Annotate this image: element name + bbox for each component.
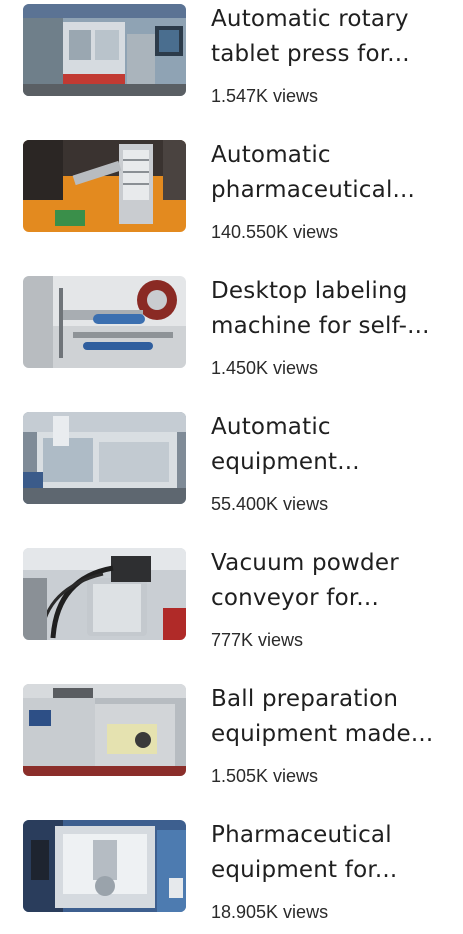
video-title-line: equipment... — [211, 449, 360, 475]
vacuum-conveyor-thumbnail-image — [23, 548, 186, 640]
video-title[interactable]: Ball preparation equipment made... — [211, 682, 451, 752]
video-title[interactable]: Automatic equipment... — [211, 410, 451, 480]
view-count: 1.505K views — [211, 766, 319, 786]
video-title[interactable]: Desktop labeling machine for self-... — [211, 274, 451, 344]
video-title-line: Automatic rotary — [211, 6, 409, 32]
video-title-line: machine for self-... — [211, 313, 430, 339]
video-thumbnail[interactable] — [23, 4, 186, 96]
video-title-line: equipment for... — [211, 857, 398, 883]
video-title-line: Vacuum powder — [211, 550, 399, 576]
view-count: 777K views — [211, 630, 304, 650]
video-thumbnail[interactable] — [23, 140, 186, 232]
video-item[interactable]: Vacuum powder conveyor for... 777K views — [0, 544, 463, 662]
video-thumbnail[interactable] — [23, 684, 186, 776]
video-item[interactable]: Ball preparation equipment made... 1.505… — [0, 680, 463, 798]
video-item[interactable]: Automatic pharmaceutical... 140.550K vie… — [0, 136, 463, 254]
view-count: 1.547K views — [211, 86, 319, 106]
video-list: Automatic rotary tablet press for... 1.5… — [0, 0, 463, 925]
video-title-line: Pharmaceutical — [211, 822, 392, 848]
labeling-machine-thumbnail-image — [23, 276, 186, 368]
video-thumbnail[interactable] — [23, 548, 186, 640]
video-title-line: tablet press for... — [211, 41, 410, 67]
video-title-line: Automatic — [211, 142, 331, 168]
pharmaceutical-equipment-thumbnail-image — [23, 820, 186, 912]
automatic-equipment-thumbnail-image — [23, 412, 186, 504]
video-item[interactable]: Automatic rotary tablet press for... 1.5… — [0, 0, 463, 118]
video-title[interactable]: Vacuum powder conveyor for... — [211, 546, 451, 616]
video-title-line: Desktop labeling — [211, 278, 408, 304]
video-title[interactable]: Automatic rotary tablet press for... — [211, 2, 451, 72]
view-count: 55.400K views — [211, 494, 329, 514]
view-count: 140.550K views — [211, 222, 339, 242]
video-title-line: pharmaceutical... — [211, 177, 416, 203]
video-title[interactable]: Automatic pharmaceutical... — [211, 138, 451, 208]
video-thumbnail[interactable] — [23, 820, 186, 912]
video-title-line: Ball preparation — [211, 686, 399, 712]
video-item[interactable]: Automatic equipment... 55.400K views — [0, 408, 463, 526]
video-title[interactable]: Pharmaceutical equipment for... — [211, 818, 451, 888]
video-thumbnail[interactable] — [23, 276, 186, 368]
video-title-line: conveyor for... — [211, 585, 379, 611]
pharmaceutical-machine-thumbnail-image — [23, 140, 186, 232]
view-count: 1.450K views — [211, 358, 319, 378]
ball-preparation-thumbnail-image — [23, 684, 186, 776]
tablet-press-thumbnail-image — [23, 4, 186, 96]
video-title-line: Automatic — [211, 414, 331, 440]
video-thumbnail[interactable] — [23, 412, 186, 504]
view-count: 18.905K views — [211, 902, 329, 922]
video-item[interactable]: Pharmaceutical equipment for... 18.905K … — [0, 816, 463, 934]
video-title-line: equipment made... — [211, 721, 434, 747]
video-item[interactable]: Desktop labeling machine for self-... 1.… — [0, 272, 463, 390]
